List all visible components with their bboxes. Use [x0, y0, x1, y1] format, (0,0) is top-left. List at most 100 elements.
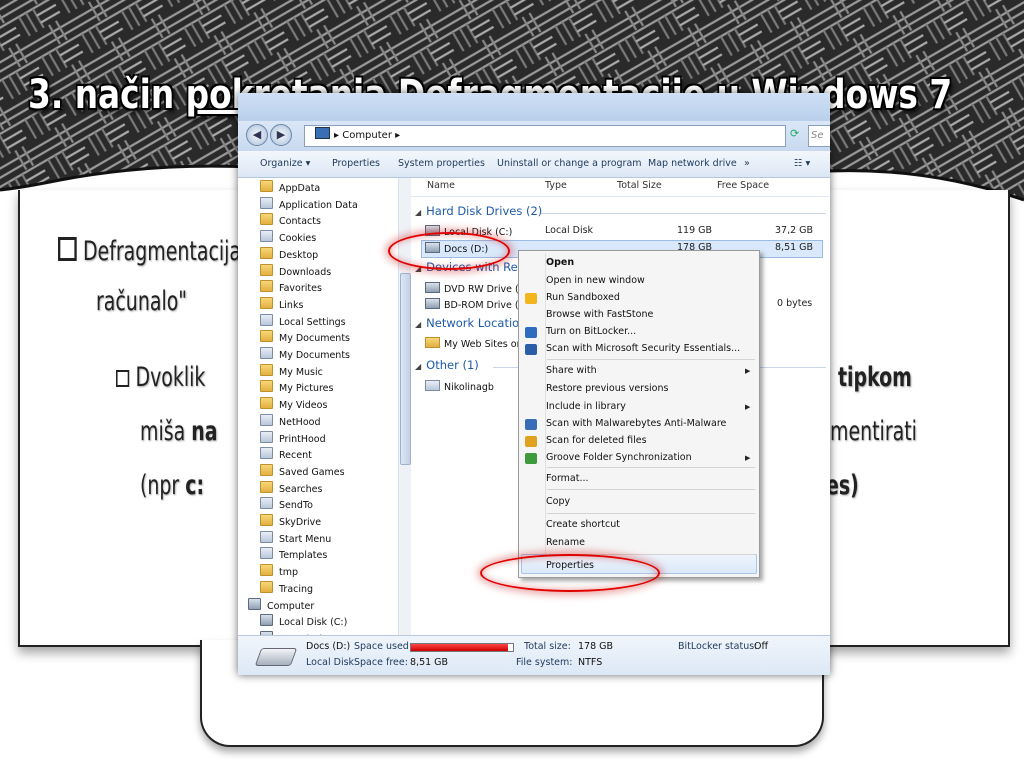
user-icon — [425, 380, 440, 391]
menu-item[interactable]: Include in library — [546, 401, 626, 412]
nav-item[interactable]: Recent — [260, 447, 312, 463]
view-options-button[interactable]: ☷ ▾ — [794, 158, 810, 169]
menu-item[interactable]: Rename — [546, 537, 585, 548]
group-hard-disk-drives[interactable]: ◢ Hard Disk Drives (2) — [415, 204, 542, 218]
details-bitlocker-label: BitLocker status: — [678, 641, 758, 652]
nav-item-label: My Documents — [279, 333, 351, 345]
menu-item[interactable]: Turn on BitLocker... — [546, 326, 636, 337]
menu-item[interactable]: Browse with FastStone — [546, 309, 653, 320]
search-input[interactable]: Se — [808, 125, 830, 147]
shortcut-icon — [260, 530, 273, 543]
bullet-box-icon — [116, 370, 130, 387]
menu-item[interactable]: Scan with Malwarebytes Anti-Malware — [546, 418, 726, 429]
nav-item[interactable]: Links — [260, 296, 303, 313]
drive-c-total: 119 GB — [677, 225, 713, 236]
nav-item[interactable]: AppData — [260, 180, 320, 196]
menu-item[interactable]: Scan with Microsoft Security Essentials.… — [546, 343, 740, 354]
bd-drive-row[interactable]: BD-ROM Drive (G:) — [425, 298, 533, 311]
nav-item[interactable]: SendTo — [260, 497, 313, 513]
menu-item[interactable]: Share with — [546, 365, 597, 376]
nav-item-label: Downloads — [279, 266, 332, 278]
nav-item[interactable]: My Videos — [260, 397, 327, 413]
nav-item[interactable]: My Music — [260, 363, 323, 380]
header-divider — [411, 196, 830, 197]
map-network-drive-button[interactable]: Map network drive — [648, 158, 737, 169]
nav-item-label: My Pictures — [279, 383, 334, 395]
more-commands-button[interactable]: » — [744, 158, 750, 169]
nav-item[interactable]: SkyDrive — [260, 514, 321, 530]
nav-item[interactable]: My Documents — [260, 330, 350, 346]
nav-item[interactable]: Application Data — [260, 196, 358, 213]
properties-button[interactable]: Properties — [332, 158, 380, 169]
nav-item-label: My Music — [279, 366, 323, 378]
breadcrumb-computer[interactable]: Computer — [342, 130, 392, 141]
nav-item[interactable]: Start Menu — [260, 530, 331, 547]
nav-item[interactable]: tmp — [260, 564, 298, 580]
bullet-2-line-2-end: mentirati — [830, 416, 917, 447]
menu-item[interactable]: Copy — [546, 496, 570, 507]
nav-item-label: SendTo — [279, 500, 313, 512]
nav-item[interactable]: PrintHood — [260, 430, 326, 447]
nav-item-label: Desktop — [279, 249, 319, 261]
column-free-space[interactable]: Free Space — [717, 180, 769, 191]
menu-item-icon — [525, 344, 537, 355]
menu-item[interactable]: Groove Folder Synchronization — [546, 452, 692, 463]
nav-item[interactable]: Computer — [248, 597, 314, 614]
other-item-row[interactable]: Nikolinagb — [425, 380, 494, 393]
menu-item[interactable]: Restore previous versions — [546, 383, 668, 394]
nav-item[interactable]: Downloads — [260, 263, 332, 280]
nav-item[interactable]: Searches — [260, 480, 322, 497]
menu-item[interactable]: Scan for deleted files — [546, 435, 647, 446]
shortcut-icon — [260, 430, 273, 443]
nav-item[interactable]: My Pictures — [260, 380, 333, 396]
menu-separator — [547, 513, 755, 514]
group-other[interactable]: ◢ Other (1) — [415, 358, 479, 372]
nav-item-label: Favorites — [279, 283, 322, 295]
nav-item[interactable]: Contacts — [260, 213, 321, 229]
organize-button[interactable]: Organize ▾ — [260, 158, 310, 169]
nav-item-label: My Documents — [279, 350, 351, 361]
menu-item[interactable]: Run Sandboxed — [546, 292, 620, 303]
nav-item[interactable]: Favorites — [260, 280, 322, 296]
nav-item[interactable]: Templates — [260, 547, 327, 563]
dvd-drive-row[interactable]: DVD RW Drive (E:) — [425, 282, 532, 295]
forward-button[interactable]: ▶ — [270, 124, 292, 146]
menu-item-icon — [525, 293, 537, 304]
column-name[interactable]: Name — [427, 180, 455, 191]
nav-item[interactable]: Local Settings — [260, 313, 346, 330]
drive-icon — [260, 614, 273, 627]
folder-icon — [260, 213, 273, 226]
drive-d-free: 8,51 GB — [775, 242, 814, 253]
back-button[interactable]: ◀ — [246, 124, 268, 146]
nav-item-label: Recent — [279, 450, 312, 462]
scrollbar-thumb[interactable] — [400, 273, 411, 465]
menu-item[interactable]: Create shortcut — [546, 519, 620, 530]
shortcut-icon — [260, 313, 273, 326]
nav-item[interactable]: Local Disk (C:) — [260, 614, 347, 630]
nav-item[interactable]: Tracing — [260, 580, 313, 597]
uninstall-button[interactable]: Uninstall or change a program — [497, 158, 642, 169]
details-space-used-label: Space used: — [354, 641, 413, 652]
nav-item-label: Contacts — [279, 216, 321, 228]
nav-item[interactable]: Saved Games — [260, 463, 345, 480]
menu-item[interactable]: Format... — [546, 473, 589, 484]
nav-item[interactable]: My Documents — [260, 347, 350, 363]
nav-item-label: Saved Games — [279, 466, 345, 478]
nav-item[interactable]: Cookies — [260, 230, 316, 246]
nav-item[interactable]: Desktop — [260, 246, 319, 263]
address-bar[interactable]: ▸ Computer ▸ — [304, 125, 786, 147]
nav-item-label: Local Disk (C:) — [279, 617, 348, 629]
refresh-icon[interactable]: ⟳ — [790, 127, 799, 140]
folder-icon — [260, 280, 273, 293]
shortcut-icon — [260, 230, 273, 243]
bullet-2-line-1: Dvoklik — [116, 362, 205, 393]
details-file-system-value: NTFS — [578, 657, 603, 668]
menu-item[interactable]: Open — [546, 257, 574, 268]
menu-item[interactable]: Open in new window — [546, 275, 645, 286]
bullet-2-line-3: (npr c: — [140, 470, 205, 501]
system-properties-button[interactable]: System properties — [398, 158, 485, 169]
window-titlebar[interactable] — [238, 93, 830, 121]
nav-item[interactable]: NetHood — [260, 413, 320, 430]
column-total-size[interactable]: Total Size — [617, 180, 662, 191]
column-type[interactable]: Type — [545, 180, 567, 191]
